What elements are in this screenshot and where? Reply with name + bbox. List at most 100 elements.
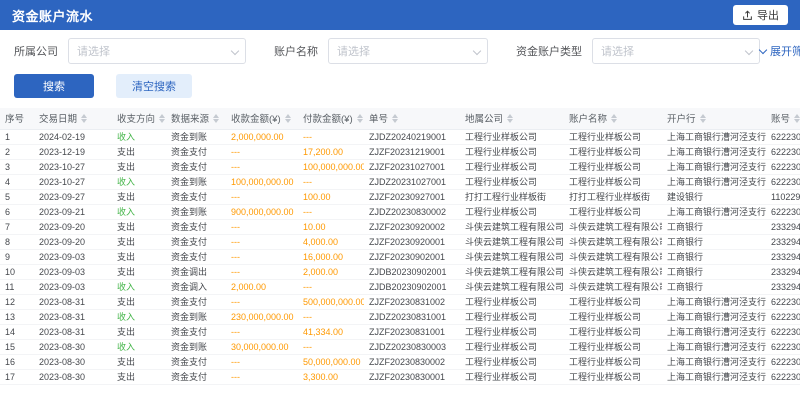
table-row[interactable]: 42023-10-27收入资金到账100,000,000.00---ZJDZ20… bbox=[0, 174, 800, 189]
table-row[interactable]: 12024-02-19收入资金到账2,000,000.00---ZJDZ2024… bbox=[0, 129, 800, 144]
table-row[interactable]: 132023-08-31收入资金到账230,000,000.00---ZJDZ2… bbox=[0, 309, 800, 324]
cell-direction: 收入 bbox=[112, 174, 166, 189]
account-name-select[interactable]: 请选择 bbox=[328, 38, 488, 64]
table-row[interactable]: 22023-12-19支出资金支付---17,200.00ZJZF2023121… bbox=[0, 144, 800, 159]
cell-bank: 工商银行 bbox=[662, 234, 766, 249]
cell-source: 资金支付 bbox=[166, 144, 226, 159]
chevron-down-icon bbox=[745, 47, 753, 55]
cell-account-no: 23329499 bbox=[766, 234, 800, 249]
table-header-row: 序号交易日期收支方向数据来源收款金额(¥)付款金额(¥)单号地属公司 账户名称 开户… bbox=[0, 108, 800, 129]
company-select[interactable]: 请选择 bbox=[68, 38, 246, 64]
column-header-7[interactable]: 地属公司 bbox=[460, 108, 564, 129]
column-header-5[interactable]: 付款金额(¥) bbox=[298, 108, 364, 129]
table-row[interactable]: 172023-08-30支出资金支付---3,300.00ZJZF2023083… bbox=[0, 369, 800, 384]
column-header-2[interactable]: 收支方向 bbox=[112, 108, 166, 129]
column-label: 账户名称 bbox=[569, 111, 607, 125]
sort-icon[interactable] bbox=[507, 114, 513, 123]
cell-direction: 支出 bbox=[112, 324, 166, 339]
column-label: 账号 bbox=[771, 111, 790, 125]
cell-index: 3 bbox=[0, 159, 34, 174]
filter-account-type-label: 资金账户类型 bbox=[516, 43, 582, 59]
cell-company: 工程行业样板公司 bbox=[460, 354, 564, 369]
cell-order-no: ZJZF20230830001 bbox=[364, 369, 460, 384]
table-row[interactable]: 112023-09-03收入资金调入2,000.00---ZJDB2023090… bbox=[0, 279, 800, 294]
cell-order-no: ZJZF20230830002 bbox=[364, 354, 460, 369]
cell-source: 资金支付 bbox=[166, 189, 226, 204]
cell-order-no: ZJZF20230920001 bbox=[364, 234, 460, 249]
cell-source: 资金调出 bbox=[166, 264, 226, 279]
sort-icon[interactable] bbox=[357, 114, 363, 123]
cell-payment-amount: --- bbox=[298, 204, 364, 219]
cell-account-no: 62223011 bbox=[766, 204, 800, 219]
table-row[interactable]: 82023-09-20支出资金支付---4,000.00ZJZF20230920… bbox=[0, 234, 800, 249]
table-row[interactable]: 152023-08-30收入资金到账30,000,000.00---ZJDZ20… bbox=[0, 339, 800, 354]
cell-order-no: ZJDZ20231027001 bbox=[364, 174, 460, 189]
expand-filters-link[interactable]: 展开筛选 bbox=[760, 43, 800, 59]
page-title: 资金账户流水 bbox=[12, 6, 93, 25]
export-button[interactable]: 导出 bbox=[733, 5, 788, 25]
chevron-down-icon bbox=[473, 47, 481, 55]
column-header-4[interactable]: 收款金额(¥) bbox=[226, 108, 298, 129]
cell-source: 资金支付 bbox=[166, 369, 226, 384]
column-header-0: 序号 bbox=[0, 108, 34, 129]
sort-icon[interactable] bbox=[794, 114, 800, 123]
table-row[interactable]: 102023-09-03支出资金调出---2,000.00ZJDB2023090… bbox=[0, 264, 800, 279]
search-button[interactable]: 搜索 bbox=[14, 74, 94, 98]
sort-icon[interactable] bbox=[700, 114, 706, 123]
column-header-8[interactable]: 账户名称 bbox=[564, 108, 662, 129]
cell-bank: 工商银行 bbox=[662, 249, 766, 264]
cell-company: 工程行业样板公司 bbox=[460, 294, 564, 309]
cell-bank: 上海工商银行漕河泾支行 bbox=[662, 144, 766, 159]
column-header-6[interactable]: 单号 bbox=[364, 108, 460, 129]
cell-account-name: 工程行业样板公司 bbox=[564, 129, 662, 144]
column-header-10[interactable]: 账号 bbox=[766, 108, 800, 129]
filter-account-name-label: 账户名称 bbox=[274, 43, 318, 59]
cell-direction: 支出 bbox=[112, 264, 166, 279]
table-row[interactable]: 122023-08-31支出资金支付---500,000,000.00ZJZF2… bbox=[0, 294, 800, 309]
table-row[interactable]: 52023-09-27支出资金支付---100.00ZJZF2023092700… bbox=[0, 189, 800, 204]
cell-payment-amount: 16,000.00 bbox=[298, 249, 364, 264]
sort-icon[interactable] bbox=[213, 114, 219, 123]
cell-income-amount: 2,000,000.00 bbox=[226, 129, 298, 144]
sort-icon[interactable] bbox=[81, 114, 87, 123]
cell-account-no: 23329499 bbox=[766, 264, 800, 279]
cell-income-amount: --- bbox=[226, 144, 298, 159]
column-header-1[interactable]: 交易日期 bbox=[34, 108, 112, 129]
clear-search-button[interactable]: 清空搜索 bbox=[116, 74, 192, 98]
sort-icon[interactable] bbox=[611, 114, 617, 123]
cell-date: 2023-08-30 bbox=[34, 369, 112, 384]
cell-account-no: 62223011 bbox=[766, 339, 800, 354]
cell-index: 11 bbox=[0, 279, 34, 294]
table-row[interactable]: 32023-10-27支出资金支付---100,000,000.00ZJZF20… bbox=[0, 159, 800, 174]
table-row[interactable]: 72023-09-20支出资金支付---10.00ZJZF20230920002… bbox=[0, 219, 800, 234]
cell-date: 2024-02-19 bbox=[34, 129, 112, 144]
cell-source: 资金支付 bbox=[166, 249, 226, 264]
sort-icon[interactable] bbox=[159, 114, 165, 123]
table-row[interactable]: 142023-08-31支出资金支付---41,334.00ZJZF202308… bbox=[0, 324, 800, 339]
cell-order-no: ZJDZ20230830003 bbox=[364, 339, 460, 354]
cell-direction: 收入 bbox=[112, 309, 166, 324]
account-type-select[interactable]: 请选择 bbox=[592, 38, 760, 64]
sort-icon[interactable] bbox=[392, 114, 398, 123]
cell-company: 工程行业样板公司 bbox=[460, 129, 564, 144]
cell-payment-amount: 50,000,000.00 bbox=[298, 354, 364, 369]
cell-payment-amount: --- bbox=[298, 279, 364, 294]
filter-account-type: 资金账户类型 请选择 bbox=[516, 38, 760, 64]
column-header-9[interactable]: 开户行 bbox=[662, 108, 766, 129]
table-row[interactable]: 162023-08-30支出资金支付---50,000,000.00ZJZF20… bbox=[0, 354, 800, 369]
cell-date: 2023-08-31 bbox=[34, 309, 112, 324]
column-header-3[interactable]: 数据来源 bbox=[166, 108, 226, 129]
cell-payment-amount: 4,000.00 bbox=[298, 234, 364, 249]
cell-date: 2023-08-31 bbox=[34, 324, 112, 339]
cell-source: 资金支付 bbox=[166, 354, 226, 369]
column-label: 地属公司 bbox=[465, 111, 503, 125]
cell-company: 工程行业样板公司 bbox=[460, 324, 564, 339]
cell-source: 资金到账 bbox=[166, 339, 226, 354]
cell-bank: 工商银行 bbox=[662, 279, 766, 294]
sort-icon[interactable] bbox=[285, 114, 291, 123]
table-row[interactable]: 62023-09-21收入资金到账900,000,000.00---ZJDZ20… bbox=[0, 204, 800, 219]
cell-index: 12 bbox=[0, 294, 34, 309]
cell-income-amount: --- bbox=[226, 354, 298, 369]
column-label: 收支方向 bbox=[117, 111, 155, 125]
table-row[interactable]: 92023-09-03支出资金支付---16,000.00ZJZF2023090… bbox=[0, 249, 800, 264]
